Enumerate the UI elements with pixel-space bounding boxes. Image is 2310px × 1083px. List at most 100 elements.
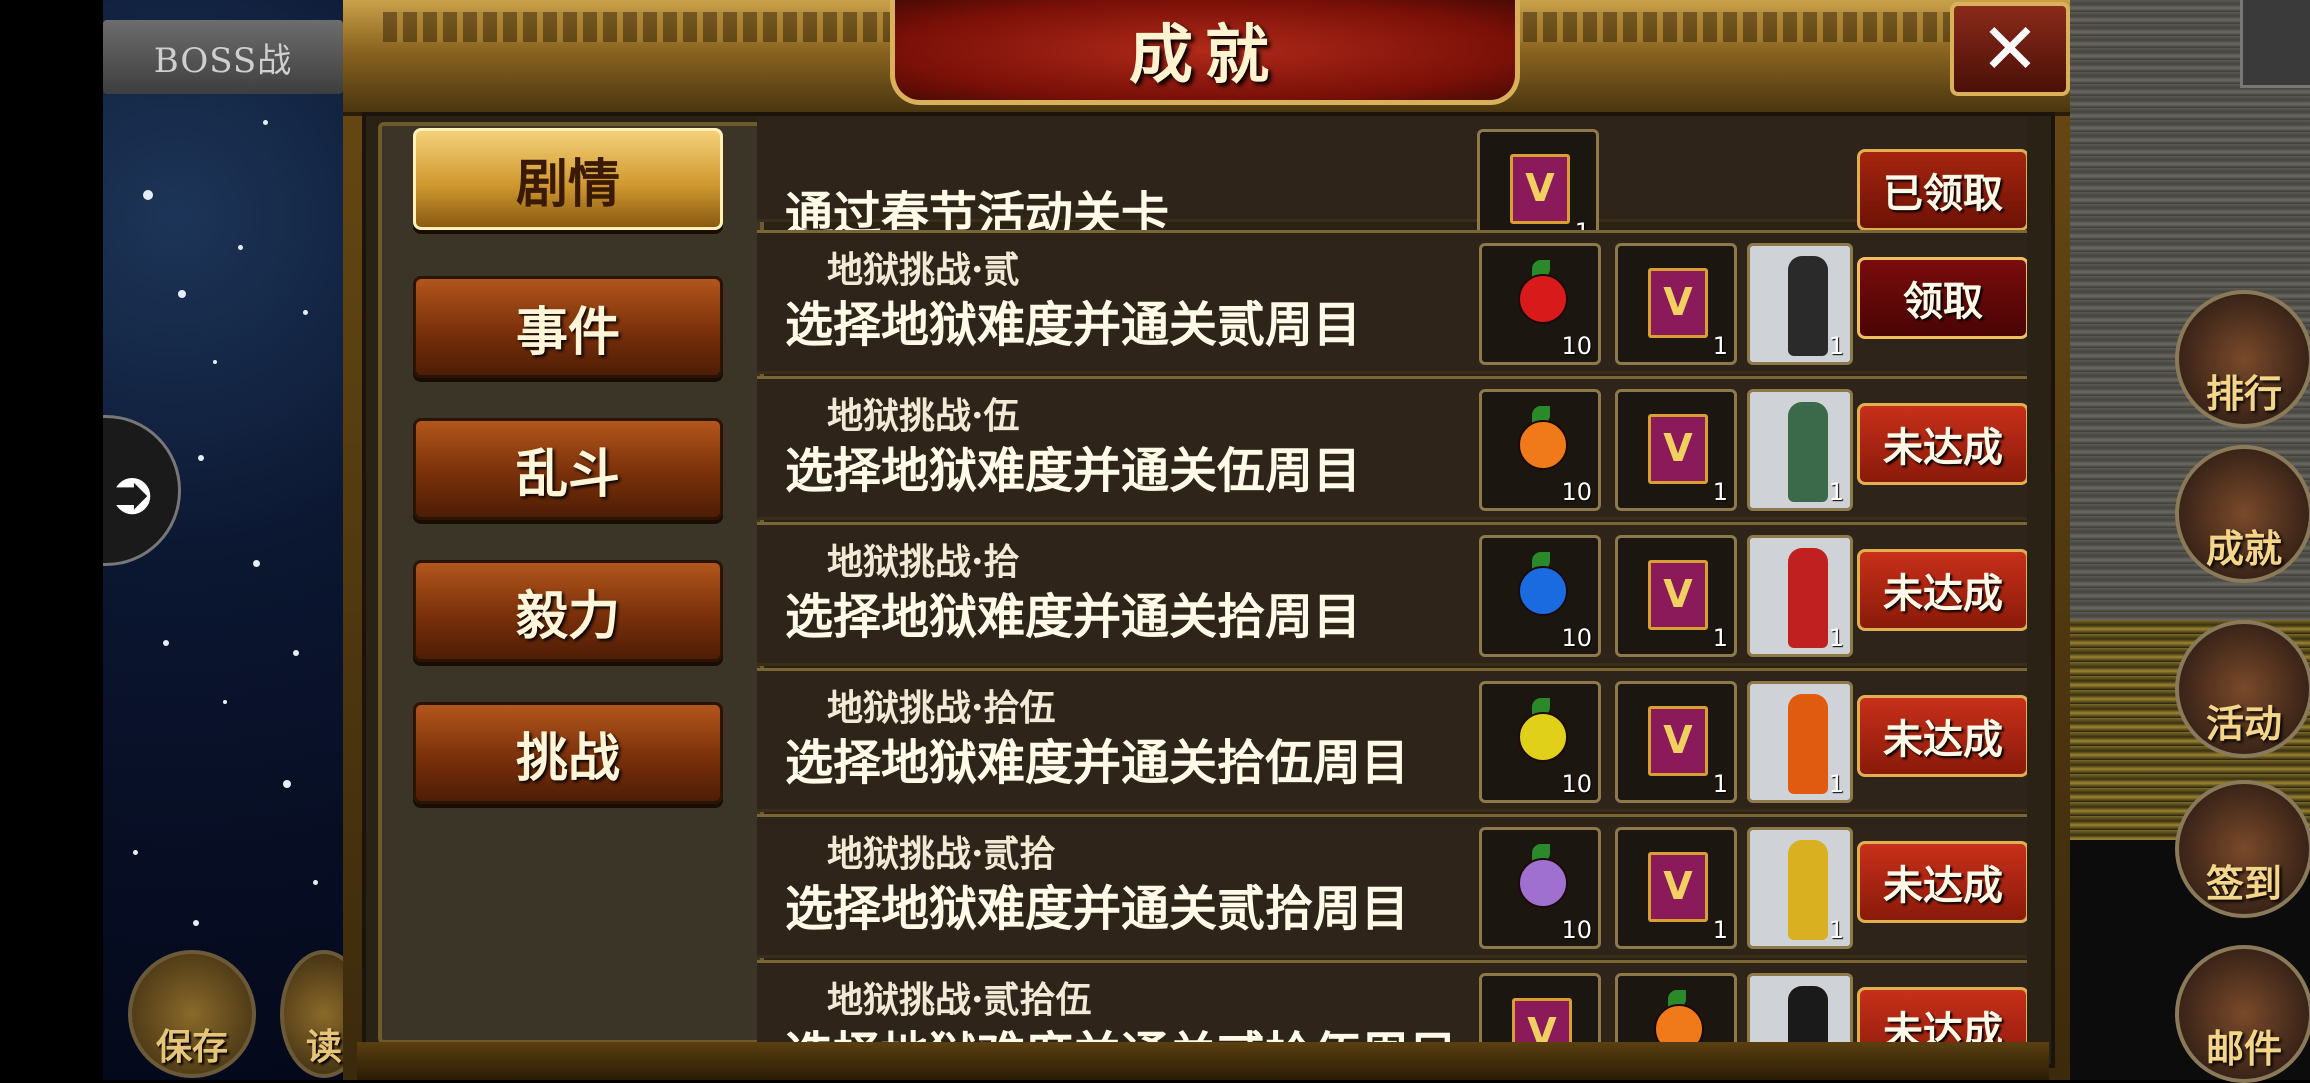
flame-warrior-portrait: [1788, 694, 1828, 794]
status-label: 领取: [1903, 278, 1983, 325]
reward-count: 10: [1561, 624, 1592, 652]
reward-slot[interactable]: [1747, 973, 1853, 1043]
tab-challenge[interactable]: 挑战: [413, 702, 723, 804]
reward-slot[interactable]: V 1: [1615, 535, 1737, 657]
ranking-label: 排行: [2205, 372, 2282, 416]
star-decoration: [133, 850, 138, 855]
tab-events[interactable]: 事件: [413, 276, 723, 378]
reward-slot[interactable]: 1: [1747, 535, 1853, 657]
reward-count: 10: [1561, 770, 1592, 798]
dialog-bottom-border: [357, 1042, 2049, 1080]
v-book-icon: V: [1512, 998, 1572, 1043]
boss-battle-tab[interactable]: BOSS战: [103, 20, 343, 94]
achievement-button[interactable]: 成就: [2175, 445, 2310, 583]
tab-challenge-label: 挑战: [515, 727, 620, 789]
dialog-title-banner: 成就: [890, 0, 1520, 105]
not-achieved-button[interactable]: 未达成: [1857, 403, 2027, 485]
red-hair-fighter-portrait: [1788, 548, 1828, 648]
reward-count: 1: [1828, 916, 1844, 944]
orange-fruit-icon: [1654, 1004, 1704, 1043]
achievement-row: 地狱挑战·伍 选择地狱难度并通关伍周目 10 V 1 1 未达成: [757, 376, 2027, 520]
not-achieved-button[interactable]: 未达成: [1857, 841, 2027, 923]
not-achieved-button[interactable]: 未达成: [1857, 695, 2027, 777]
reward-count: 1: [1828, 478, 1844, 506]
mail-label: 邮件: [2205, 1027, 2282, 1071]
not-achieved-button[interactable]: 未达成: [1857, 549, 2027, 631]
v-book-icon: V: [1648, 560, 1708, 630]
green-swordsman-portrait: [1788, 402, 1828, 502]
star-decoration: [293, 650, 299, 656]
reward-count: 1: [1828, 624, 1844, 652]
black-hair-fighter-portrait: [1788, 986, 1828, 1043]
star-decoration: [193, 920, 199, 926]
status-label: 未达成: [1883, 570, 2003, 617]
reward-slot[interactable]: 10: [1479, 389, 1601, 511]
achievement-description: 选择地狱难度并通关贰拾周目: [785, 881, 1410, 937]
tab-story[interactable]: 剧情: [413, 128, 723, 230]
star-decoration: [283, 780, 291, 788]
star-decoration: [313, 880, 318, 885]
achievement-row: 地狱挑战·拾 选择地狱难度并通关拾周目 10 V 1 1 未达成: [757, 522, 2027, 666]
star-decoration: [223, 700, 227, 704]
reward-slot[interactable]: V 1: [1615, 681, 1737, 803]
reward-slot[interactable]: [1615, 973, 1737, 1043]
not-achieved-button[interactable]: 未达成: [1857, 987, 2027, 1043]
checkin-button[interactable]: 签到: [2175, 780, 2310, 918]
reward-count: 1: [1712, 332, 1728, 360]
achievement-list[interactable]: 通过春节活动关卡 V 1 已领取 地狱挑战·贰 选择地狱难度并通关贰周目 10 …: [757, 118, 2027, 1043]
tab-perseverance[interactable]: 毅力: [413, 560, 723, 662]
tab-brawl[interactable]: 乱斗: [413, 418, 723, 520]
reward-slot[interactable]: V 1: [1615, 827, 1737, 949]
reward-count: 1: [1828, 770, 1844, 798]
blue-fruit-icon: [1518, 566, 1568, 616]
tab-events-label: 事件: [515, 301, 620, 363]
close-icon: ✕: [1980, 8, 2040, 90]
red-fruit-icon: [1518, 274, 1568, 324]
reward-slot[interactable]: 1: [1747, 389, 1853, 511]
achievement-label: 成就: [2205, 527, 2282, 571]
claim-button[interactable]: 领取: [1857, 257, 2027, 339]
achievement-description: 选择地狱难度并通关拾伍周目: [785, 735, 1410, 791]
achievement-description: 选择地狱难度并通关伍周目: [785, 443, 1362, 499]
swirl-icon: ➲: [107, 458, 158, 528]
reward-slot[interactable]: 1: [1747, 243, 1853, 365]
save-label: 保存: [155, 1027, 228, 1068]
reward-count: 10: [1561, 332, 1592, 360]
close-button[interactable]: ✕: [1950, 2, 2070, 96]
tab-perseverance-label: 毅力: [515, 585, 620, 647]
star-decoration: [213, 360, 217, 364]
reward-slot[interactable]: V: [1479, 973, 1601, 1043]
reward-slot[interactable]: V 1: [1615, 243, 1737, 365]
reward-slot[interactable]: 10: [1479, 535, 1601, 657]
reward-slot[interactable]: 10: [1479, 827, 1601, 949]
status-label: 未达成: [1883, 1008, 2003, 1043]
achievement-row: 地狱挑战·贰 选择地狱难度并通关贰周目 10 V 1 1 领取: [757, 230, 2027, 374]
v-book-icon: V: [1648, 852, 1708, 922]
achievement-description: 选择地狱难度并通关贰拾伍周目: [785, 1015, 1475, 1043]
reward-count: 1: [1712, 478, 1728, 506]
reward-slot[interactable]: 1: [1747, 681, 1853, 803]
event-button[interactable]: 活动: [2175, 620, 2310, 758]
dark-winged-hero-portrait: [1788, 256, 1828, 356]
achievement-row: 地狱挑战·贰拾伍 选择地狱难度并通关贰拾伍周目 V 未达成: [757, 960, 2027, 1043]
status-label: 未达成: [1883, 862, 2003, 909]
reward-count: 1: [1712, 916, 1728, 944]
gold-armor-knight-portrait: [1788, 840, 1828, 940]
reward-count: 10: [1561, 478, 1592, 506]
status-label: 未达成: [1883, 424, 2003, 471]
event-label: 活动: [2205, 702, 2282, 746]
reward-slot[interactable]: 10: [1479, 681, 1601, 803]
achievement-description: 选择地狱难度并通关拾周目: [785, 589, 1362, 645]
star-decoration: [253, 560, 260, 567]
ranking-button[interactable]: 排行: [2175, 290, 2310, 428]
status-label: 已领取: [1883, 170, 2003, 217]
reward-slot[interactable]: V 1: [1615, 389, 1737, 511]
reward-slot[interactable]: 1: [1747, 827, 1853, 949]
menu-corner-icon[interactable]: [2240, 0, 2310, 88]
reward-count: 1: [1828, 332, 1844, 360]
reward-slot[interactable]: 10: [1479, 243, 1601, 365]
v-book-icon: V: [1648, 414, 1708, 484]
save-button[interactable]: 保存: [128, 950, 256, 1078]
claimed-button[interactable]: 已领取: [1857, 149, 2027, 231]
mail-button[interactable]: 邮件: [2175, 945, 2310, 1083]
